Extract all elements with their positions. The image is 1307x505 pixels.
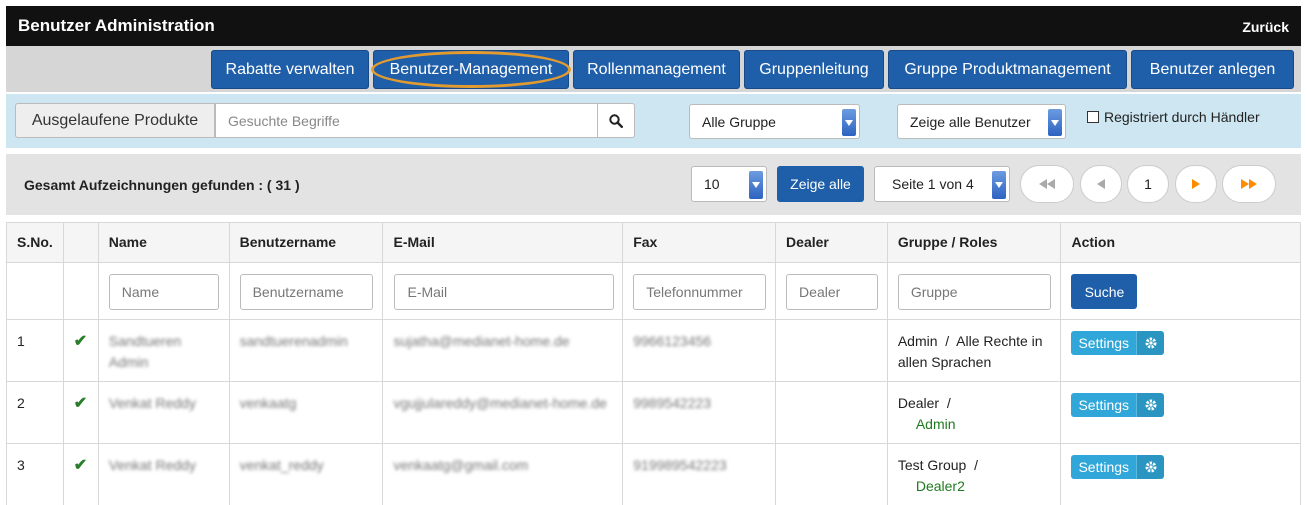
settings-button[interactable]: Settings — [1071, 331, 1165, 355]
col-header-status — [62, 222, 99, 263]
row-group: Admin / Alle Rechte in allen Sprachen — [897, 333, 1047, 370]
col-header-action: Action — [1060, 222, 1301, 263]
row-fax: 919989542223 — [622, 443, 777, 505]
nav-rabatte-button[interactable]: Rabatte verwalten — [211, 50, 369, 89]
dealer-filter-input[interactable]: Dealer — [786, 274, 879, 310]
nav-benutzer-management-button[interactable]: Benutzer-Management — [371, 50, 571, 89]
nav-bar: Rabatte verwalten Benutzer-Management Ro… — [6, 46, 1301, 92]
table-row: 3 ✔ Venkat Reddy venkat_reddy venkaatg@g… — [6, 443, 1301, 505]
registered-by-dealer-checkbox[interactable] — [1087, 111, 1099, 123]
first-page-button[interactable] — [1020, 165, 1074, 203]
double-right-icon — [1241, 179, 1257, 189]
right-icon — [1192, 179, 1200, 189]
total-records: Gesamt Aufzeichnungen gefunden : ( 31 ) — [24, 177, 300, 193]
group-select[interactable]: Alle Gruppe — [689, 104, 860, 139]
gear-icon — [1136, 455, 1165, 479]
settings-button[interactable]: Settings — [1071, 455, 1165, 479]
title-bar: Benutzer Administration Zurück — [6, 6, 1301, 46]
prev-page-button[interactable] — [1080, 165, 1122, 203]
next-page-button[interactable] — [1175, 165, 1217, 203]
row-dealer — [775, 319, 888, 382]
chevron-down-icon — [842, 109, 856, 136]
registered-by-dealer: Registriert durch Händler — [1087, 109, 1260, 125]
chevron-down-icon — [1048, 109, 1062, 136]
col-header-email[interactable]: E-Mail — [382, 222, 624, 263]
row-dealer — [775, 381, 888, 444]
table-row: 2 ✔ Venkat Reddy venkaatg vgujjulareddy@… — [6, 381, 1301, 444]
left-icon — [1097, 179, 1105, 189]
row-username: sandtuerenadmin — [228, 319, 384, 382]
row-email: venkaatg@gmail.com — [382, 443, 624, 505]
col-header-dealer[interactable]: Dealer — [775, 222, 888, 263]
col-header-group[interactable]: Gruppe / Roles — [886, 222, 1062, 263]
last-page-button[interactable] — [1222, 165, 1276, 203]
user-select[interactable]: Zeige alle Benutzer — [897, 104, 1066, 139]
search-submit-button[interactable]: Suche — [1071, 274, 1138, 309]
row-sno: 1 — [6, 319, 64, 382]
row-username: venkaatg — [228, 381, 384, 444]
double-left-icon — [1039, 179, 1055, 189]
row-fax: 9966123456 — [622, 319, 777, 382]
chevron-down-icon — [749, 171, 763, 199]
gear-icon — [1136, 393, 1165, 417]
col-header-name[interactable]: Name — [97, 222, 230, 263]
search-button[interactable] — [597, 103, 635, 138]
chevron-down-icon — [992, 171, 1006, 199]
page-title: Benutzer Administration — [18, 16, 215, 35]
search-input[interactable]: Gesuchte Begriffe — [215, 103, 598, 138]
row-group: Dealer / — [897, 395, 951, 411]
check-icon: ✔ — [73, 333, 88, 350]
registered-by-dealer-label: Registriert durch Händler — [1104, 109, 1260, 125]
row-username: venkat_reddy — [228, 443, 384, 505]
row-email: sujatha@medianet-home.de — [382, 319, 624, 382]
col-header-fax[interactable]: Fax — [622, 222, 777, 263]
settings-label: Settings — [1071, 393, 1137, 417]
group-select-value: Alle Gruppe — [702, 113, 776, 130]
row-name: Sandtueren Admin — [97, 319, 230, 382]
row-sno: 2 — [6, 381, 64, 444]
show-all-button[interactable]: Zeige alle — [777, 166, 864, 202]
settings-label: Settings — [1071, 331, 1137, 355]
fax-filter-input[interactable]: Telefonnummer — [633, 274, 767, 310]
email-filter-input[interactable]: E-Mail — [394, 274, 615, 310]
row-name: Venkat Reddy — [97, 443, 230, 505]
name-filter-input[interactable]: Name — [108, 274, 219, 310]
filter-bar: Ausgelaufene Produkte Gesuchte Begriffe … — [6, 94, 1301, 148]
per-page-value: 10 — [704, 176, 720, 192]
expired-products-button[interactable]: Ausgelaufene Produkte — [15, 103, 215, 138]
group-filter-input[interactable]: Gruppe — [897, 274, 1051, 310]
nav-gruppe-produktmanagement-button[interactable]: Gruppe Produktmanagement — [888, 50, 1127, 89]
row-group: Test Group / — [897, 457, 978, 473]
row-group-sub: Admin — [915, 416, 956, 432]
row-name: Venkat Reddy — [97, 381, 230, 444]
col-header-username[interactable]: Benutzername — [228, 222, 384, 263]
page-select[interactable]: Seite 1 von 4 — [874, 166, 1010, 202]
table-filter-row: Name Benutzername E-Mail Telefonnummer D… — [6, 262, 1301, 320]
row-group-sub: Dealer2 — [915, 478, 965, 494]
per-page-select[interactable]: 10 — [691, 166, 767, 202]
row-dealer — [775, 443, 888, 505]
settings-button[interactable]: Settings — [1071, 393, 1165, 417]
row-email: vgujjulareddy@medianet-home.de — [382, 381, 624, 444]
table-row: 1 ✔ Sandtueren Admin sandtuerenadmin suj… — [6, 319, 1301, 382]
page-select-value: Seite 1 von 4 — [892, 176, 974, 192]
gear-icon — [1136, 331, 1165, 355]
row-sno: 3 — [6, 443, 64, 505]
table-header-row: S.No. Name Benutzername E-Mail Fax Deale… — [6, 222, 1301, 263]
row-fax: 9989542223 — [622, 381, 777, 444]
settings-label: Settings — [1071, 455, 1137, 479]
current-page[interactable]: 1 — [1127, 165, 1169, 203]
check-icon: ✔ — [73, 457, 88, 474]
users-table: S.No. Name Benutzername E-Mail Fax Deale… — [6, 222, 1301, 505]
nav-benutzer-anlegen-button[interactable]: Benutzer anlegen — [1131, 50, 1294, 89]
username-filter-input[interactable]: Benutzername — [239, 274, 373, 310]
check-icon: ✔ — [73, 395, 88, 412]
col-header-sno: S.No. — [6, 222, 64, 263]
user-select-value: Zeige alle Benutzer — [910, 113, 1031, 130]
nav-gruppenleitung-button[interactable]: Gruppenleitung — [744, 50, 884, 89]
search-icon — [609, 113, 623, 128]
records-bar: Gesamt Aufzeichnungen gefunden : ( 31 ) … — [6, 154, 1301, 215]
back-link[interactable]: Zurück — [1242, 19, 1289, 35]
nav-rollenmanagement-button[interactable]: Rollenmanagement — [573, 50, 740, 89]
